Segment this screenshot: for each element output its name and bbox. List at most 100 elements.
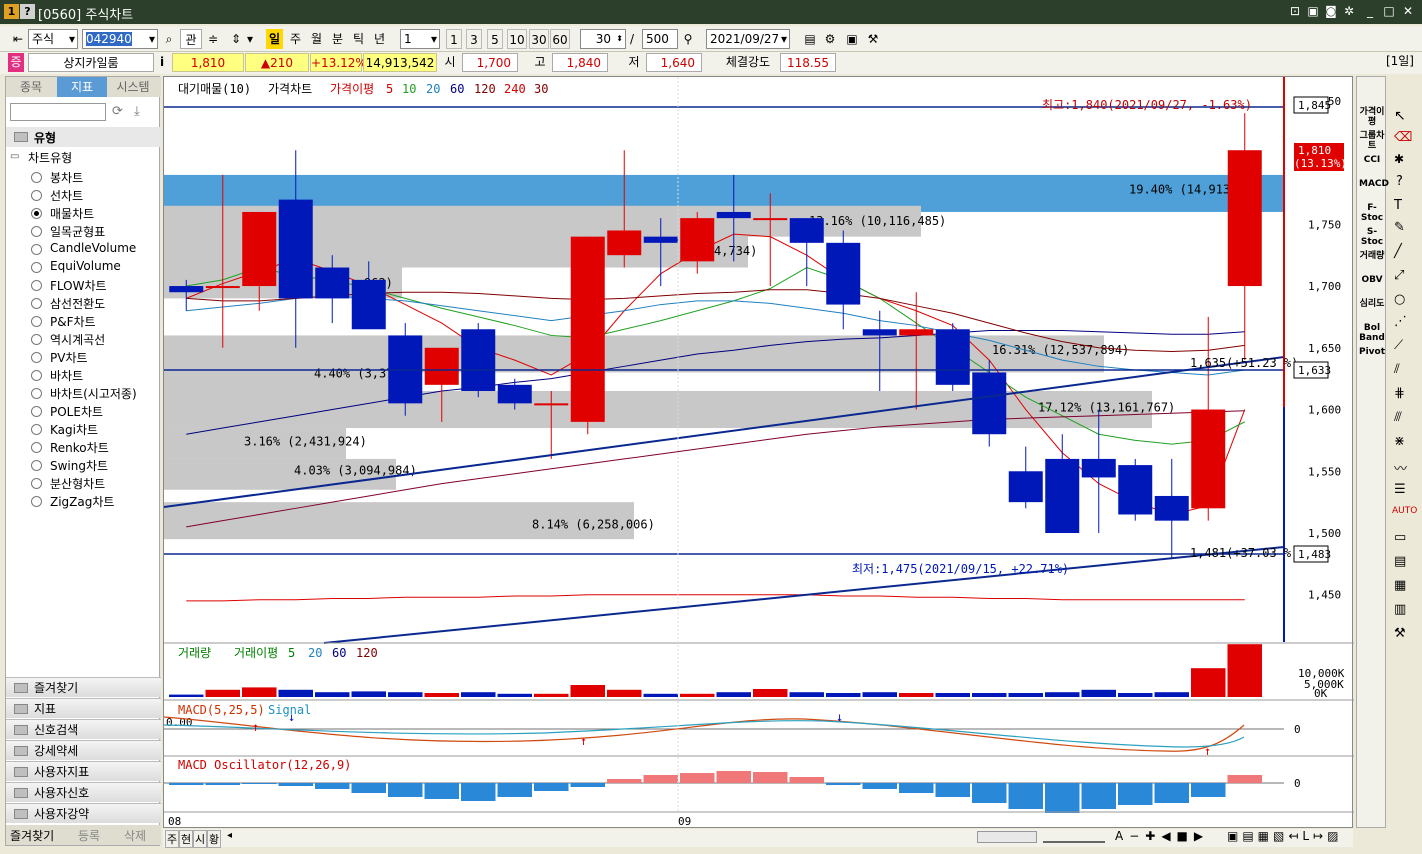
indicator-tool[interactable]: F-Stoc [1359,203,1385,223]
count-select[interactable]: 1 ▾ [400,29,440,49]
volume-bar[interactable] [972,693,1007,697]
volume-bar[interactable] [1008,693,1044,697]
chart-type-radio[interactable] [31,406,42,417]
volume-bar[interactable] [1045,692,1080,697]
oscillator-bar[interactable] [1227,775,1263,783]
chart-area[interactable]: 19.40% (14,913,5 13.16% (10,116,485) 4,734… [163,76,1354,828]
oscillator-bar[interactable] [497,783,533,797]
nav-controls[interactable]: A−✚◀■▶ [1115,829,1209,843]
tab-si[interactable]: 시 [193,830,208,848]
candle-body[interactable] [1118,465,1153,515]
chart-type-label[interactable]: EquiVolume [50,259,121,273]
volume-bar[interactable] [388,692,423,697]
indicator-tool[interactable]: 심리도 [1359,299,1385,309]
candle-body[interactable] [753,218,788,221]
oscillator-bar[interactable] [1081,783,1117,809]
quick-1[interactable]: 1 [446,29,462,49]
trend-tool-icon[interactable]: ⟋ [1394,338,1403,353]
oscillator-bar[interactable] [351,783,387,793]
candle-body[interactable] [205,286,240,289]
indicator-tool[interactable]: 가격이평 [1359,107,1385,127]
candle-body[interactable] [789,218,824,243]
hline-tool-icon[interactable]: ☰ [1394,482,1406,497]
trendline-lower[interactable] [323,546,1285,644]
volume-bar[interactable] [497,693,533,697]
chart-type-label[interactable]: 매물차트 [50,205,94,222]
volume-bar[interactable] [753,689,788,697]
indicator-tool[interactable]: Bol Band [1359,323,1385,343]
candle-body[interactable] [351,279,386,330]
oscillator-bar[interactable] [899,783,934,793]
candle-body[interactable] [1191,409,1226,509]
gear-icon[interactable]: ⚙ [822,29,838,49]
oscillator-bar[interactable] [424,783,460,799]
total-count-input[interactable]: 500 [642,29,678,49]
candle-body[interactable] [716,211,751,219]
chart-type-radio[interactable] [31,190,42,201]
candle-body[interactable] [862,329,897,336]
candle-body[interactable] [899,329,934,336]
chart-type-radio[interactable] [31,388,42,399]
chart-type-radio[interactable] [31,370,42,381]
period-month[interactable]: 월 [308,29,325,49]
chart-type-radio[interactable] [31,478,42,489]
save-icon[interactable]: ▣ [1305,3,1321,19]
register-button[interactable]: 등록 [78,827,100,844]
volume-bar[interactable] [461,692,496,697]
oscillator-bar[interactable] [753,772,788,783]
volume-bar[interactable] [1118,693,1153,697]
chart-type-label[interactable]: Swing차트 [50,457,108,474]
indicator-tool[interactable]: CCI [1359,155,1385,165]
sort-icon[interactable]: ≑ [204,29,222,49]
folder-0[interactable]: 즐겨찾기 [6,677,161,697]
chart-type-radio[interactable] [31,208,42,219]
candle-body[interactable] [1154,495,1189,521]
period-day[interactable]: 일 [266,29,283,49]
floppy-icon[interactable]: ▣ [844,29,860,49]
chart-type-radio[interactable] [31,244,42,255]
indicator-tool[interactable]: MACD [1359,179,1389,189]
eraser-icon[interactable]: ⌫ [1394,130,1412,145]
info-icon[interactable]: i [156,53,168,72]
candle-body[interactable] [1045,458,1080,534]
market-select[interactable]: 주식 ▾ [28,29,78,49]
h-scrollbar[interactable] [977,831,1037,843]
volume-bar[interactable] [315,692,350,697]
folder-4[interactable]: 사용자지표 [6,761,161,781]
spin-icon[interactable]: ⇕ [226,29,246,49]
oscillator-bar[interactable] [1118,783,1153,805]
zoom-icon[interactable]: ⚲ [680,29,696,49]
chart-type-label[interactable]: 역시계곡선 [50,331,105,348]
oscillator-bar[interactable] [1154,783,1190,803]
indicator-tool[interactable]: 그룹차트 [1359,131,1385,151]
circle-tool-icon[interactable]: ○ [1394,292,1405,307]
volume-bar[interactable] [534,693,569,697]
help-tool-icon[interactable]: ? [1396,174,1403,189]
text-tool-icon[interactable]: T [1394,198,1402,213]
oscillator-bar[interactable] [716,771,752,783]
chart-type-label[interactable]: ZigZag차트 [50,493,114,510]
volume-bar[interactable] [826,693,861,697]
all-icon[interactable]: ✱ [1394,152,1404,166]
tab-ju[interactable]: 주 [165,830,180,848]
candle-body[interactable] [169,286,204,293]
oscillator-bar[interactable] [826,783,861,785]
oscillator-bar[interactable] [862,783,898,789]
maximize-icon[interactable]: □ [1381,3,1397,19]
copy-icon[interactable]: ▤ [1394,554,1406,569]
chart-type-label[interactable]: 바차트(시고저종) [50,385,137,402]
oscillator-bar[interactable] [205,783,241,785]
chart-type-radio[interactable] [31,496,42,507]
auto-icon[interactable]: AUTO [1392,506,1417,516]
oscillator-bar[interactable] [643,775,679,783]
candle-body[interactable] [935,329,970,385]
oscillator-bar[interactable] [242,783,277,784]
tab-system[interactable]: 시스템 [108,77,158,97]
line-tool-icon[interactable]: ╱ [1394,244,1402,259]
code-input[interactable]: 042940 ▾ [82,29,158,49]
oscillator-bar[interactable] [789,777,825,783]
volume-bar[interactable] [862,692,898,697]
chart-type-radio[interactable] [31,334,42,345]
chart-type-label[interactable]: CandleVolume [50,241,136,255]
refresh-icon[interactable]: ⟳ [112,104,123,119]
